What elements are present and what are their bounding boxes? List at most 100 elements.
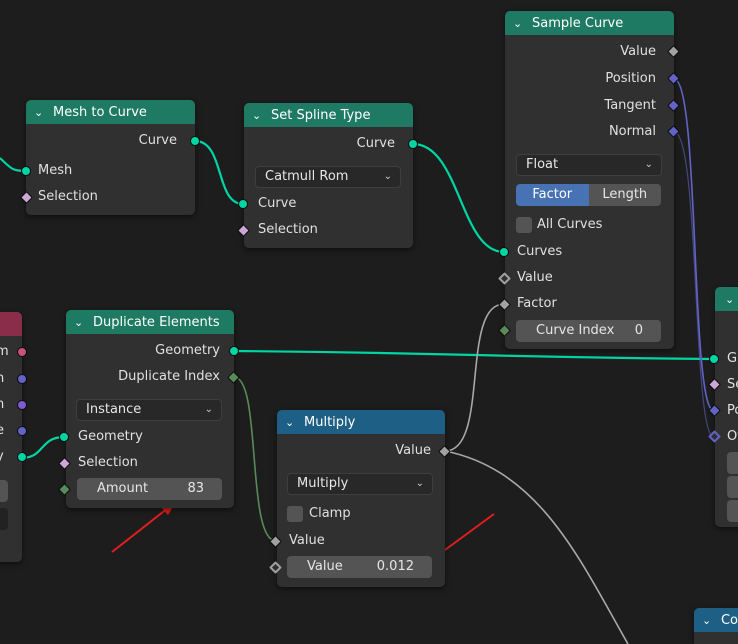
sample-curve-header[interactable]: ⌄ Sample Curve: [505, 11, 674, 35]
bottom-partial-node[interactable]: ⌄ Co: [694, 608, 738, 644]
spline-type-dropdown[interactable]: Catmull Rom ⌄: [255, 166, 401, 188]
data-type-value: Float: [526, 157, 559, 172]
right-partial-field-2[interactable]: [727, 476, 738, 498]
curve-index-field[interactable]: Curve Index 0: [516, 320, 661, 342]
mesh-to-curve-mesh-input-socket[interactable]: [21, 166, 31, 176]
left-socket-3[interactable]: [17, 426, 27, 436]
right-geometry-input-socket[interactable]: [709, 354, 719, 364]
multiply-node[interactable]: ⌄ Multiply Value Multiply ⌄ Clamp Value Va…: [277, 410, 445, 587]
output-label-curve: Curve: [138, 133, 177, 148]
left-socket-4[interactable]: [17, 452, 27, 462]
annotation-arrow-amount: [111, 502, 176, 553]
chevron-down-icon[interactable]: ⌄: [34, 106, 48, 119]
left-partial-label-4: y: [0, 447, 4, 467]
duplicate-elements-header[interactable]: ⌄ Duplicate Elements: [66, 310, 234, 334]
mode-toggle[interactable]: Factor Length: [516, 184, 661, 206]
value-field-value: 0.012: [376, 559, 414, 574]
left-partial-header: [0, 312, 22, 336]
curve-index-label: Curve Index: [536, 323, 615, 338]
amount-field[interactable]: Amount 83: [77, 478, 222, 500]
sample-curve-node[interactable]: ⌄ Sample Curve Value Position Tangent Nor…: [505, 11, 674, 349]
value-field-label: Value: [307, 559, 343, 574]
clamp-checkbox[interactable]: [287, 506, 303, 522]
mode-factor-button[interactable]: Factor: [516, 184, 589, 206]
amount-value: 83: [187, 481, 204, 496]
mesh-to-curve-node[interactable]: ⌄ Mesh to Curve Curve Mesh Selection: [26, 100, 195, 215]
right-partial-label-2: Po: [727, 403, 738, 418]
dropdown-arrow-icon: ⌄: [415, 478, 424, 489]
output-label-tangent: Tangent: [604, 98, 656, 113]
node-editor-canvas[interactable]: m n n e y ⌄ Mesh to Curve Curve Mesh Sele…: [0, 0, 738, 644]
output-label-value: Value: [395, 443, 431, 458]
output-label-curve: Curve: [356, 136, 395, 151]
sample-curves-input-socket[interactable]: [499, 247, 509, 257]
mode-length-button[interactable]: Length: [588, 184, 661, 206]
domain-dropdown[interactable]: Instance ⌄: [76, 399, 222, 421]
chevron-down-icon[interactable]: ⌄: [513, 17, 527, 30]
left-partial-field-2[interactable]: [0, 508, 8, 530]
chevron-down-icon[interactable]: ⌄: [252, 109, 266, 122]
left-partial-node[interactable]: m n n e y: [0, 312, 27, 562]
input-label-value: Value: [517, 270, 553, 285]
right-partial-node[interactable]: ⌄ G Se Po Ot: [715, 287, 738, 527]
multiply-header[interactable]: ⌄ Multiply: [277, 410, 445, 434]
input-label-selection: Selection: [258, 222, 318, 237]
all-curves-label: All Curves: [537, 217, 603, 232]
input-label-factor: Factor: [517, 296, 557, 311]
input-label-curves: Curves: [517, 244, 563, 259]
spline-curve-input-socket[interactable]: [238, 199, 248, 209]
chevron-down-icon[interactable]: ⌄: [285, 416, 299, 429]
left-partial-label-1: n: [0, 371, 5, 386]
right-partial-field-3[interactable]: [727, 500, 738, 522]
curve-index-value: 0: [634, 323, 643, 338]
node-title: Multiply: [304, 414, 356, 430]
mesh-to-curve-curve-output-socket[interactable]: [190, 136, 200, 146]
all-curves-checkbox[interactable]: [516, 217, 532, 233]
dropdown-arrow-icon: ⌄: [644, 159, 653, 170]
set-spline-type-header[interactable]: ⌄ Set Spline Type: [244, 103, 413, 127]
input-label-curve: Curve: [258, 196, 297, 211]
set-spline-type-node[interactable]: ⌄ Set Spline Type Curve Catmull Rom ⌄ Curv…: [244, 103, 413, 248]
node-title: Duplicate Elements: [93, 314, 220, 330]
operation-dropdown[interactable]: Multiply ⌄: [287, 473, 433, 495]
right-partial-header[interactable]: ⌄: [715, 287, 738, 311]
value-field[interactable]: Value 0.012: [287, 556, 432, 578]
link-position-out: [673, 78, 715, 412]
left-socket-2[interactable]: [17, 400, 27, 410]
dropdown-arrow-icon: ⌄: [383, 171, 392, 182]
duplicate-geometry-output-socket[interactable]: [229, 346, 239, 356]
chevron-down-icon[interactable]: ⌄: [702, 614, 716, 627]
input-label-mesh: Mesh: [38, 163, 73, 178]
mesh-to-curve-header[interactable]: ⌄ Mesh to Curve: [26, 100, 195, 124]
duplicate-geometry-input-socket[interactable]: [59, 432, 69, 442]
link-spline-to-sample: [412, 142, 505, 254]
output-label-position: Position: [605, 71, 656, 86]
left-partial-label-3: e: [0, 421, 4, 441]
spline-type-value: Catmull Rom: [265, 169, 349, 184]
left-socket-1[interactable]: [17, 374, 27, 384]
clamp-label: Clamp: [309, 506, 351, 521]
link-multiply-offscreen: [444, 450, 629, 644]
amount-label: Amount: [97, 481, 149, 496]
output-label-value: Value: [620, 44, 656, 59]
chevron-down-icon[interactable]: ⌄: [725, 293, 738, 306]
left-socket-0[interactable]: [17, 347, 27, 357]
input-label-selection: Selection: [78, 455, 138, 470]
duplicate-elements-node[interactable]: ⌄ Duplicate Elements Geometry Duplicate I…: [66, 310, 234, 508]
left-partial-field-1[interactable]: [0, 480, 8, 502]
data-type-dropdown[interactable]: Float ⌄: [516, 154, 662, 176]
input-label-value: Value: [289, 533, 325, 548]
node-title: Set Spline Type: [271, 107, 371, 123]
domain-value: Instance: [86, 402, 142, 417]
link-left-geometry: [21, 435, 65, 460]
node-title: Co: [720, 612, 738, 628]
left-partial-label-0: m: [0, 344, 9, 359]
link-multiply-factor: [444, 303, 505, 452]
output-label-normal: Normal: [608, 124, 656, 139]
dropdown-arrow-icon: ⌄: [204, 404, 213, 415]
spline-curve-output-socket[interactable]: [408, 139, 418, 149]
bottom-partial-header[interactable]: ⌄ Co: [694, 608, 738, 632]
right-partial-field-1[interactable]: [727, 452, 738, 474]
link-normal-out: [673, 131, 715, 438]
chevron-down-icon[interactable]: ⌄: [74, 316, 88, 329]
